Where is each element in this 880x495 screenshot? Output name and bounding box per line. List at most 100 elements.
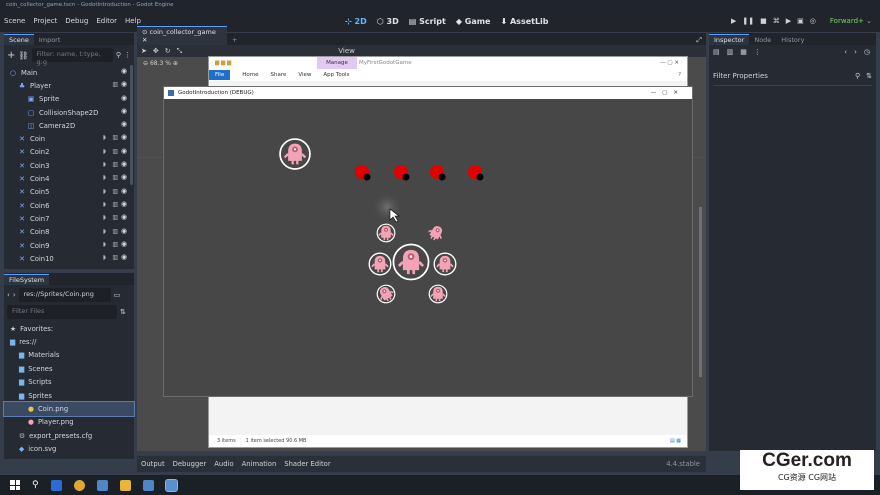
signal-icon[interactable]: ◗ bbox=[103, 254, 106, 261]
visibility-eye-icon[interactable]: ◉ bbox=[121, 147, 128, 155]
scene-node-coin7[interactable]: ✕ Coin7 ◉ ◗ ▥ bbox=[4, 212, 134, 225]
workspace-game[interactable]: ◆ Game bbox=[456, 17, 491, 26]
visibility-eye-icon[interactable]: ◉ bbox=[121, 200, 128, 208]
script-attached-icon[interactable]: ▥ bbox=[112, 81, 118, 88]
renderer-select[interactable]: Forward+ ⌄ bbox=[830, 17, 872, 25]
signal-icon[interactable]: ◗ bbox=[103, 201, 106, 208]
scale-tool-icon[interactable]: ⤡ bbox=[177, 47, 183, 56]
viewport-scrollbar[interactable] bbox=[699, 207, 702, 377]
play-scene-icon[interactable]: ▶ bbox=[786, 17, 791, 25]
signal-icon[interactable]: ◗ bbox=[103, 148, 106, 155]
scene-node-coin6[interactable]: ✕ Coin6 ◉ ◗ ▥ bbox=[4, 199, 134, 212]
search-icon[interactable]: ⚲ bbox=[32, 480, 39, 490]
fs-item-export-presets-cfg[interactable]: ⚙ export_presets.cfg bbox=[4, 429, 134, 442]
object-history-icon[interactable]: ◷ bbox=[864, 48, 870, 56]
scene-node-camera2d[interactable]: ◫ Camera2D ◉ bbox=[4, 119, 134, 132]
workspace-script[interactable]: ▤ Script bbox=[409, 17, 446, 26]
visibility-eye-icon[interactable]: ◉ bbox=[121, 81, 128, 88]
visibility-eye-icon[interactable]: ◉ bbox=[121, 161, 128, 168]
tab-scene[interactable]: Scene bbox=[4, 34, 34, 45]
signal-icon[interactable]: ◗ bbox=[103, 161, 106, 168]
signal-icon[interactable]: ◗ bbox=[103, 214, 106, 221]
load-resource-icon[interactable]: ▥ bbox=[727, 48, 734, 56]
tab-audio[interactable]: Audio bbox=[214, 460, 233, 468]
godot-game-taskbar-icon[interactable] bbox=[164, 478, 178, 492]
tab-animation[interactable]: Animation bbox=[242, 460, 277, 468]
play-icon[interactable]: ▶ bbox=[731, 17, 736, 25]
script-attached-icon[interactable]: ▥ bbox=[112, 254, 118, 261]
visibility-eye-icon[interactable]: ◉ bbox=[121, 121, 128, 128]
visibility-eye-icon[interactable]: ◉ bbox=[121, 254, 128, 261]
game-canvas[interactable] bbox=[164, 99, 692, 396]
file-explorer-icon[interactable] bbox=[119, 479, 131, 491]
scene-node-main[interactable]: ○ Main ◉ bbox=[4, 66, 134, 79]
workspace-3d[interactable]: ⬡ 3D bbox=[377, 17, 399, 26]
signal-icon[interactable]: ◗ bbox=[103, 174, 106, 181]
fs-item-scripts[interactable]: ▆ Scripts bbox=[4, 376, 134, 389]
script-attached-icon[interactable]: ▥ bbox=[112, 174, 118, 181]
script-attached-icon[interactable]: ▥ bbox=[112, 214, 118, 221]
manage-tab[interactable]: Manage bbox=[317, 57, 357, 69]
ribbon-home[interactable]: Home bbox=[242, 72, 258, 78]
layout-toggle-icon[interactable]: ▭ bbox=[114, 291, 121, 299]
inspector-filter-input[interactable]: Filter Properties bbox=[713, 72, 768, 80]
signal-icon[interactable]: ◗ bbox=[103, 134, 106, 141]
menu-project[interactable]: Project bbox=[29, 17, 61, 25]
start-icon[interactable] bbox=[10, 480, 20, 490]
back-icon[interactable]: ‹ bbox=[7, 291, 10, 299]
tab-node[interactable]: Node bbox=[749, 35, 776, 45]
task-view-icon[interactable] bbox=[50, 479, 62, 491]
visibility-eye-icon[interactable]: ◉ bbox=[121, 134, 128, 141]
signal-icon[interactable]: ◗ bbox=[103, 241, 106, 248]
link-icon[interactable]: ⛓ bbox=[18, 51, 28, 60]
script-attached-icon[interactable]: ▥ bbox=[112, 201, 118, 208]
distraction-free-icon[interactable]: ⤢ bbox=[696, 36, 702, 45]
scene-node-coin4[interactable]: ✕ Coin4 ◉ ◗ ▥ bbox=[4, 172, 134, 185]
script-attached-icon[interactable]: ▥ bbox=[112, 148, 118, 155]
visibility-eye-icon[interactable]: ◉ bbox=[121, 94, 128, 102]
scene-node-sprite[interactable]: ▣ Sprite ◉ bbox=[4, 93, 134, 106]
script-attached-icon[interactable]: ▥ bbox=[112, 161, 118, 168]
play-custom-icon[interactable]: ▣ bbox=[797, 17, 804, 25]
ribbon-file[interactable]: File bbox=[209, 70, 231, 80]
fs-item-icon-svg[interactable]: ◆ icon.svg bbox=[4, 443, 134, 456]
inspector-search-icon[interactable]: ⚲ bbox=[855, 72, 860, 80]
scene-filter-input[interactable]: Filter: name, t:type, g:g bbox=[31, 48, 113, 66]
inspector-sort-icon[interactable]: ⇅ bbox=[866, 72, 872, 80]
visibility-eye-icon[interactable]: ◉ bbox=[121, 174, 128, 181]
scene-node-coin9[interactable]: ✕ Coin9 ◉ ◗ ▥ bbox=[4, 239, 134, 252]
tab-import[interactable]: Import bbox=[34, 35, 66, 45]
new-tab-icon[interactable]: + bbox=[227, 35, 242, 45]
scene-node-coin2[interactable]: ✕ Coin2 ◉ ◗ ▥ bbox=[4, 146, 134, 159]
visibility-eye-icon[interactable]: ◉ bbox=[121, 240, 128, 248]
godot-taskbar-icon[interactable] bbox=[96, 479, 108, 491]
scene-node-collisionshape2d[interactable]: ▢ CollisionShape2D ◉ bbox=[4, 106, 134, 119]
ribbon-view[interactable]: View bbox=[298, 72, 311, 78]
move-tool-icon[interactable]: ✥ bbox=[153, 47, 159, 55]
filter-options-icon[interactable]: ⚲ bbox=[116, 51, 121, 59]
tab-filesystem[interactable]: FileSystem bbox=[4, 274, 50, 285]
menu-help[interactable]: Help bbox=[121, 17, 145, 25]
fs-item-player-png[interactable]: ● Player.png bbox=[4, 416, 134, 429]
fs-item-sprites[interactable]: ▆ Sprites bbox=[4, 389, 134, 402]
visibility-eye-icon[interactable]: ◉ bbox=[121, 227, 128, 235]
tab-inspector[interactable]: Inspector bbox=[709, 34, 750, 45]
signal-icon[interactable]: ◗ bbox=[103, 228, 106, 235]
tab-debugger[interactable]: Debugger bbox=[173, 460, 207, 468]
menu-scene[interactable]: Scene bbox=[0, 17, 29, 25]
more-icon[interactable]: ⋮ bbox=[124, 51, 131, 59]
fs-item-materials[interactable]: ▆ Materials bbox=[4, 349, 134, 362]
sort-icon[interactable]: ⇅ bbox=[120, 308, 126, 316]
fs-item-favorites-[interactable]: ★ Favorites: bbox=[4, 322, 134, 335]
resource-menu-icon[interactable]: ⋮ bbox=[754, 48, 761, 56]
menu-editor[interactable]: Editor bbox=[92, 17, 121, 25]
fs-item-coin-png[interactable]: ● Coin.png bbox=[3, 401, 135, 417]
history-forward-icon[interactable]: › bbox=[854, 48, 857, 56]
workspace-assetlib[interactable]: ⬇ AssetLib bbox=[500, 17, 548, 26]
explorer-window-controls[interactable]: — ▢ ✕ bbox=[660, 60, 679, 66]
visibility-eye-icon[interactable]: ◉ bbox=[121, 187, 128, 195]
signal-icon[interactable]: ◗ bbox=[103, 188, 106, 195]
filesystem-path-input[interactable]: res://Sprites/Coin.png bbox=[18, 288, 111, 302]
debug-window-controls[interactable]: —▢✕ bbox=[651, 90, 684, 96]
scene-tree-scrollbar[interactable] bbox=[130, 65, 133, 185]
